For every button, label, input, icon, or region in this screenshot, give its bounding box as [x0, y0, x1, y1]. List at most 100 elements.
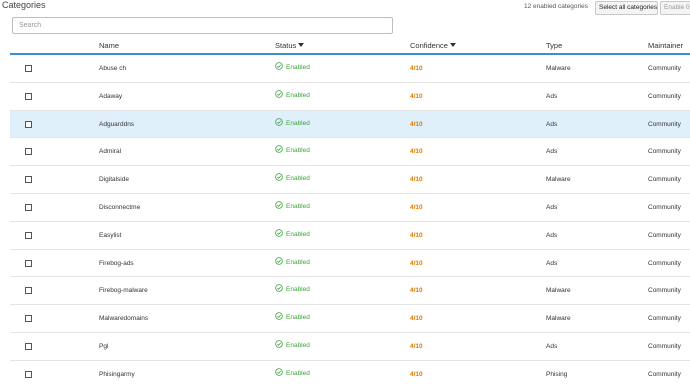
status-label: Enabled — [286, 147, 310, 155]
confidence-value: 4/10 — [410, 315, 423, 323]
category-maintainer: Community — [648, 370, 681, 378]
category-name: Digitalside — [99, 176, 129, 184]
category-maintainer: Community — [648, 287, 681, 295]
row-checkbox[interactable] — [25, 287, 32, 295]
status-label: Enabled — [286, 175, 310, 183]
row-checkbox[interactable] — [25, 259, 32, 267]
row-checkbox[interactable] — [25, 231, 32, 239]
status-badge: Enabled — [275, 368, 310, 377]
category-type: Ads — [546, 259, 558, 267]
table-row[interactable]: Admiral Enabled 4/10 Ads Community — [10, 138, 690, 167]
column-header-status[interactable]: Status — [275, 41, 305, 50]
column-header-confidence[interactable]: Confidence — [410, 41, 456, 50]
column-header-maintainer-label: Maintainer — [648, 41, 684, 50]
table-row[interactable]: Malwaredomains Enabled 4/10 Malware Comm… — [10, 305, 690, 333]
table-row[interactable]: Easylist Enabled 4/10 Ads Community — [10, 222, 690, 250]
row-checkbox[interactable] — [25, 342, 32, 350]
sort-down-arrow-icon — [449, 43, 456, 47]
confidence-value: 4/10 — [410, 342, 423, 350]
category-type: Ads — [546, 92, 558, 100]
category-maintainer: Community — [648, 231, 681, 239]
column-header-name-label: Name — [99, 41, 120, 50]
column-header-status-label: Status — [275, 41, 297, 50]
category-name: Admiral — [99, 148, 122, 156]
row-checkbox[interactable] — [25, 370, 32, 378]
column-header-type[interactable]: Type — [546, 41, 562, 50]
table-row[interactable]: Firebog-malware Enabled 4/10 Malware Com… — [10, 277, 690, 306]
status-label: Enabled — [286, 202, 310, 210]
category-type: Ads — [546, 203, 558, 211]
row-checkbox[interactable] — [25, 315, 32, 323]
status-badge: Enabled — [275, 117, 310, 127]
status-badge: Enabled — [275, 62, 310, 71]
check-circle-icon — [275, 229, 283, 237]
check-circle-icon — [275, 340, 283, 348]
category-name: Phisingarmy — [99, 370, 135, 378]
table-row[interactable]: Abuse ch Enabled 4/10 Malware Community — [10, 55, 690, 83]
status-badge: Enabled — [275, 90, 310, 99]
enable-categories-button[interactable]: Enable 0 c — [660, 1, 690, 15]
table-row[interactable]: Digitalside Enabled 4/10 Malware Communi… — [10, 166, 690, 194]
confidence-value: 4/10 — [410, 176, 423, 184]
check-circle-icon — [275, 117, 283, 126]
status-label: Enabled — [286, 341, 310, 349]
confidence-value: 4/10 — [410, 120, 423, 128]
categories-page: Categories 12 enabled categories Select … — [0, 0, 690, 385]
row-checkbox[interactable] — [25, 176, 32, 184]
category-name: Disconnectme — [99, 203, 141, 211]
category-name: Adguarddns — [99, 120, 135, 128]
status-badge: Enabled — [275, 312, 310, 321]
status-badge: Enabled — [275, 201, 310, 210]
check-circle-icon — [275, 173, 283, 181]
check-circle-icon — [275, 284, 283, 293]
row-checkbox[interactable] — [25, 203, 32, 211]
table-row[interactable]: Firebog-ads Enabled 4/10 Ads Community — [10, 250, 690, 278]
check-circle-icon — [275, 368, 283, 376]
category-type: Malware — [546, 287, 571, 295]
category-type: Phising — [546, 370, 568, 378]
category-maintainer: Community — [648, 203, 681, 211]
column-header-confidence-label: Confidence — [410, 41, 448, 50]
category-maintainer: Community — [648, 92, 681, 100]
confidence-value: 4/10 — [410, 148, 423, 156]
category-maintainer: Community — [648, 120, 681, 128]
enabled-count-label: 12 enabled categories — [524, 3, 588, 10]
row-checkbox[interactable] — [25, 92, 32, 100]
category-name: Adaway — [99, 92, 123, 100]
category-name: Abuse ch — [99, 65, 127, 72]
row-checkbox[interactable] — [25, 65, 32, 72]
category-type: Malware — [546, 65, 571, 72]
category-type: Ads — [546, 120, 558, 128]
category-type: Ads — [546, 342, 558, 350]
search-input[interactable]: Search — [12, 17, 393, 34]
check-circle-icon — [275, 312, 283, 320]
check-circle-icon — [275, 62, 283, 70]
check-circle-icon — [275, 201, 283, 209]
status-label: Enabled — [286, 369, 310, 377]
category-maintainer: Community — [648, 342, 681, 350]
status-badge: Enabled — [275, 256, 310, 266]
category-name: Easylist — [99, 231, 122, 239]
table-row[interactable]: Phisingarmy Enabled 4/10 Phising Communi… — [10, 361, 690, 385]
status-badge: Enabled — [275, 229, 310, 238]
confidence-value: 4/10 — [410, 259, 423, 267]
status-badge: Enabled — [275, 284, 310, 293]
category-maintainer: Community — [648, 259, 681, 267]
check-circle-icon — [275, 145, 283, 154]
column-header-maintainer[interactable]: Maintainer — [648, 41, 683, 50]
table-row[interactable]: Adguarddns Enabled 4/10 Ads Community — [10, 110, 690, 139]
status-badge: Enabled — [275, 340, 310, 349]
table-row[interactable]: Pgl Enabled 4/10 Ads Community — [10, 333, 690, 361]
row-checkbox[interactable] — [25, 148, 32, 156]
category-maintainer: Community — [648, 176, 681, 184]
category-table-body: Abuse ch Enabled 4/10 Malware Community … — [10, 55, 690, 385]
row-checkbox[interactable] — [25, 120, 32, 128]
category-name: Pgl — [99, 342, 109, 350]
category-maintainer: Community — [648, 65, 681, 72]
category-maintainer: Community — [648, 315, 681, 323]
select-all-categories-button[interactable]: Select all categories — [595, 1, 658, 15]
status-label: Enabled — [286, 230, 310, 238]
table-row[interactable]: Disconnectme Enabled 4/10 Ads Community — [10, 194, 690, 222]
column-header-name[interactable]: Name — [99, 41, 119, 50]
table-row[interactable]: Adaway Enabled 4/10 Ads Community — [10, 83, 690, 111]
